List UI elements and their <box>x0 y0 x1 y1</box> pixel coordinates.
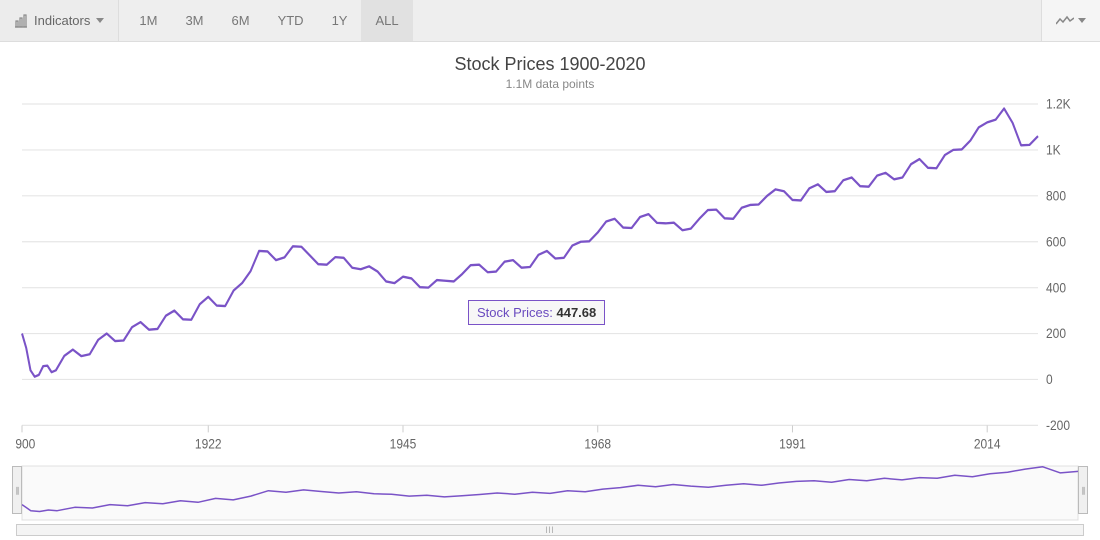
toolbar-spacer <box>413 0 1041 41</box>
svg-text:1945: 1945 <box>390 436 417 452</box>
title-block: Stock Prices 1900-2020 1.1M data points <box>0 54 1100 91</box>
range-button-6m[interactable]: 6M <box>218 0 264 41</box>
svg-text:0: 0 <box>1046 371 1053 387</box>
navigator-handle-left[interactable]: ∥ <box>12 466 22 514</box>
navigator-svg <box>16 458 1084 524</box>
app-root: Indicators 1M3M6MYTD1YALL Stock Prices 1… <box>0 0 1100 540</box>
svg-text:1900: 1900 <box>16 436 35 452</box>
toolbar: Indicators 1M3M6MYTD1YALL <box>0 0 1100 42</box>
range-selector: 1M3M6MYTD1YALL <box>125 0 412 41</box>
svg-text:400: 400 <box>1046 279 1066 295</box>
chart-svg: -200 0 200 400 600 800 1K 1.2K 1900 1922 1945 1968 1… <box>16 97 1084 458</box>
svg-text:1.2K: 1.2K <box>1046 97 1071 112</box>
line-chart-icon <box>1056 15 1074 27</box>
svg-text:2014: 2014 <box>974 436 1001 452</box>
indicators-button[interactable]: Indicators <box>0 0 119 41</box>
range-button-1m[interactable]: 1M <box>125 0 171 41</box>
range-button-3m[interactable]: 3M <box>171 0 217 41</box>
bar-chart-icon <box>14 14 28 28</box>
navigator-scrollbar[interactable]: lll <box>16 524 1084 536</box>
svg-text:200: 200 <box>1046 325 1066 341</box>
svg-text:600: 600 <box>1046 234 1066 250</box>
range-button-ytd[interactable]: YTD <box>264 0 318 41</box>
navigator-handle-right[interactable]: ∥ <box>1078 466 1088 514</box>
svg-text:1K: 1K <box>1046 142 1061 158</box>
svg-text:1991: 1991 <box>779 436 806 452</box>
caret-down-icon <box>96 18 104 23</box>
svg-text:800: 800 <box>1046 188 1066 204</box>
chart-type-button[interactable] <box>1041 0 1100 41</box>
chart-title: Stock Prices 1900-2020 <box>0 54 1100 75</box>
caret-down-icon <box>1078 18 1086 23</box>
svg-text:1968: 1968 <box>584 436 611 452</box>
svg-text:-200: -200 <box>1046 417 1070 433</box>
range-button-1y[interactable]: 1Y <box>318 0 362 41</box>
plot-area[interactable]: -200 0 200 400 600 800 1K 1.2K 1900 1922 1945 1968 1… <box>16 97 1084 458</box>
chart-subtitle: 1.1M data points <box>0 77 1100 91</box>
indicators-label: Indicators <box>34 13 90 28</box>
svg-text:1922: 1922 <box>195 436 222 452</box>
navigator: ∥ ∥ lll <box>16 458 1084 536</box>
chart-panel: Stock Prices 1900-2020 1.1M data points … <box>0 42 1100 540</box>
range-button-all[interactable]: ALL <box>361 0 412 41</box>
